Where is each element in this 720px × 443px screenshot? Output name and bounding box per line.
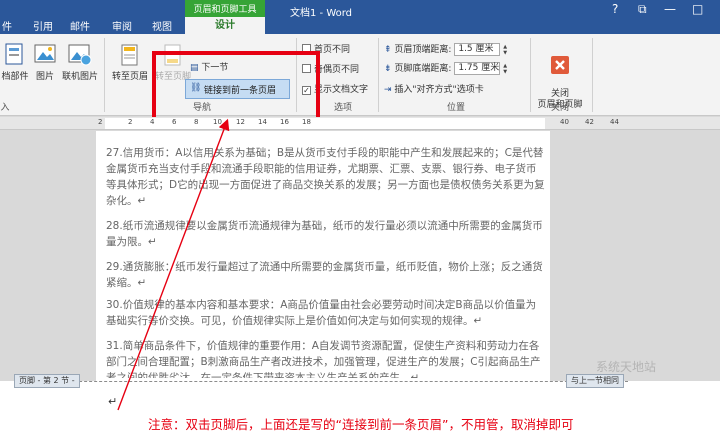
picture-icon xyxy=(34,44,56,63)
goto-header-button[interactable]: 转至页眉 xyxy=(108,44,152,82)
ruler-number: 12 xyxy=(236,118,245,126)
ruler-number: 40 xyxy=(560,118,569,126)
header-distance-control: ⇞ 页眉顶端距离: 1.5 厘米 ▲ ▼ xyxy=(384,42,511,56)
document-page[interactable]: 27.信用货币：A以信用关系为基础；B是从货币支付手段的职能中产生和发展起来的；… xyxy=(96,131,550,381)
position-group-label: 位置 xyxy=(446,103,465,113)
insert-alignment-tab-button[interactable]: ⇥ 插入"对齐方式"选项卡 xyxy=(384,82,484,95)
close-group-label: 关闭 xyxy=(550,103,569,113)
ribbon: 档部件 图片 联机图片 入 转至页眉 转至页脚 ▤ 下一节 导航 首页不同 奇偶… xyxy=(0,34,720,116)
footer-distance-spinner[interactable]: ▲ ▼ xyxy=(503,63,511,75)
ruler-text-area xyxy=(105,118,545,129)
doc-parts-icon xyxy=(5,43,23,65)
ruler-number: 4 xyxy=(150,118,155,126)
same-as-previous-tag: 与上一节相同 xyxy=(566,374,624,388)
horizontal-ruler[interactable]: 2 2 4 6 8 10 12 14 16 18 40 42 44 xyxy=(0,117,720,130)
maximize-button[interactable]: □ xyxy=(692,2,703,16)
group-separator xyxy=(378,38,379,112)
ruler-number: 2 xyxy=(128,118,133,126)
paragraph: 28.纸币流通规律要以金属货币流通规律为基础，纸币的发行量必须以流通中所需要的金… xyxy=(106,220,543,248)
ribbon-display-icon[interactable]: ⧉ xyxy=(638,2,647,17)
ruler-number: 2 xyxy=(98,118,103,126)
header-distance-spinner[interactable]: ▲ ▼ xyxy=(503,44,511,56)
doc-parts-button[interactable]: 档部件 xyxy=(0,42,30,82)
title-bar: 件 引用 邮件 审阅 视图 页眉和页脚工具 设计 文档1 - Word ? ⧉ … xyxy=(0,0,720,34)
paragraph: 30.价值规律的基本内容和基本要求：A商品价值量由社会必要劳动时间决定B商品以价… xyxy=(106,299,537,327)
online-picture-icon xyxy=(68,44,92,66)
tab-insert[interactable]: 件 xyxy=(2,18,12,33)
annotation-note: 注意：双击页脚后，上面还是写的“连接到前一条页眉”，不用管，取消掉即可 xyxy=(148,417,574,432)
group-separator xyxy=(592,38,593,112)
footer-distance-input[interactable]: 1.75 厘米 xyxy=(454,62,501,75)
ruler-number: 42 xyxy=(585,118,594,126)
page-margin-right xyxy=(556,131,720,381)
ruler-number: 14 xyxy=(258,118,267,126)
alignment-tab-icon: ⇥ xyxy=(384,85,392,95)
picture-button[interactable]: 图片 xyxy=(32,42,58,82)
header-distance-icon: ⇞ xyxy=(384,45,392,55)
tab-references[interactable]: 引用 xyxy=(33,18,53,33)
minimize-button[interactable]: — xyxy=(664,2,676,16)
ruler-number: 16 xyxy=(280,118,289,126)
header-footer-tools-contextual: 页眉和页脚工具 设计 xyxy=(185,0,265,34)
ruler-number: 44 xyxy=(610,118,619,126)
paragraph: 27.信用货币：A以信用关系为基础；B是从货币支付手段的职能中产生和发展起来的；… xyxy=(106,147,545,207)
footer-distance-control: ⇟ 页脚底端距离: 1.75 厘米 ▲ ▼ xyxy=(384,61,511,75)
ruler-number: 6 xyxy=(172,118,177,126)
close-icon xyxy=(551,56,569,74)
ruler-number: 8 xyxy=(194,118,199,126)
tab-design[interactable]: 设计 xyxy=(185,17,265,34)
ruler-number: 18 xyxy=(302,118,311,126)
group-separator xyxy=(104,38,105,112)
footer-distance-icon: ⇟ xyxy=(384,64,392,74)
help-button[interactable]: ? xyxy=(612,2,618,16)
footer-area[interactable] xyxy=(0,381,720,443)
online-picture-button[interactable]: 联机图片 xyxy=(60,42,100,82)
page-margin-left xyxy=(0,131,96,381)
goto-header-icon xyxy=(121,44,138,66)
paragraph: 29.通货膨胀：纸币发行量超过了流通中所需要的金属货币量，纸币贬值，物价上涨；反… xyxy=(106,261,543,289)
header-distance-input[interactable]: 1.5 厘米 xyxy=(454,43,501,56)
tab-view[interactable]: 视图 xyxy=(152,18,172,33)
footer-paragraph-mark: ↵ xyxy=(108,395,118,408)
tab-mailings[interactable]: 邮件 xyxy=(70,18,90,33)
group-separator xyxy=(530,38,531,112)
contextual-title: 页眉和页脚工具 xyxy=(193,5,257,15)
footer-boundary-line xyxy=(14,381,628,382)
options-group-label: 选项 xyxy=(333,103,352,113)
watermark: 系统天地站 xyxy=(596,360,657,374)
insert-group-label: 入 xyxy=(0,103,10,113)
footer-section-tag: 页脚 - 第 2 节 - xyxy=(14,374,80,388)
paragraph: 31.简单商品条件下，价值规律的重要作用：A自发调节资源配置，促使生产资料和劳动… xyxy=(106,340,541,378)
ruler-number: 10 xyxy=(213,118,222,126)
document-title: 文档1 - Word xyxy=(290,8,353,19)
tab-review[interactable]: 审阅 xyxy=(112,18,132,33)
